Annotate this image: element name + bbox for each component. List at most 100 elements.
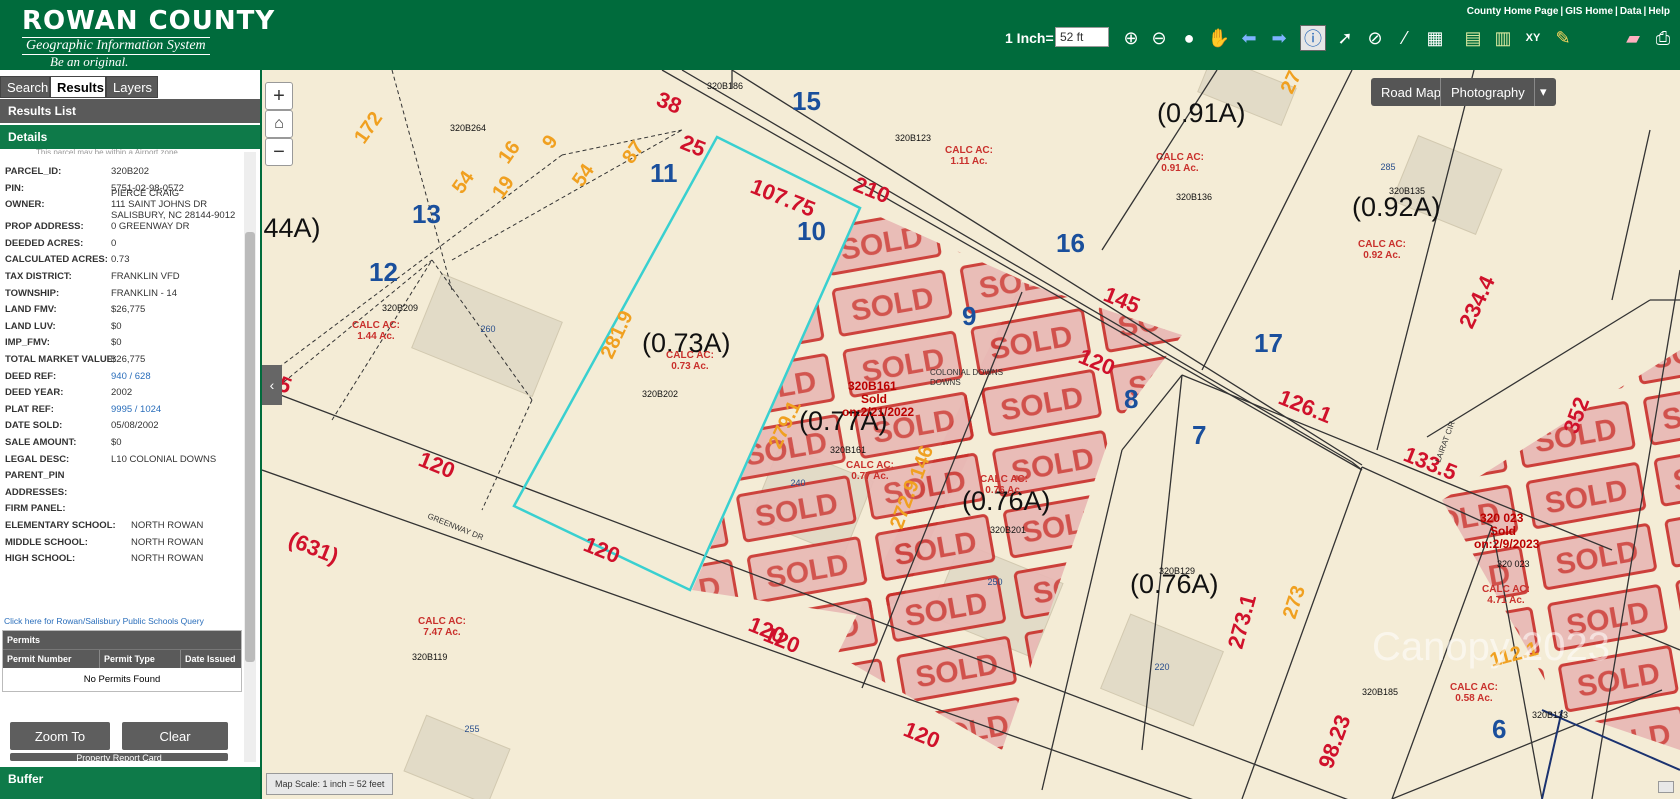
scale-input[interactable]	[1055, 27, 1109, 47]
map-home-icon[interactable]: ⌂	[265, 110, 293, 138]
map-view[interactable]: SOLD	[262, 70, 1680, 799]
select-pointer-icon[interactable]: ➚	[1332, 25, 1358, 51]
eraser-icon[interactable]: ▰	[1620, 25, 1646, 51]
detail-key: PLAT REF:	[5, 403, 54, 415]
collapse-panel-icon[interactable]: ‹	[262, 365, 282, 405]
clear-select-icon[interactable]: ⊘	[1362, 25, 1388, 51]
grid-icon[interactable]: ▤	[1460, 25, 1486, 51]
calc-ac-label: CALC AC:	[1450, 682, 1498, 693]
detail-key: TAX DISTRICT:	[5, 271, 72, 282]
detail-value: 0 GREENWAY DR	[111, 221, 190, 233]
road-map-button[interactable]: Road Map	[1371, 78, 1451, 106]
zoom-to-button[interactable]: Zoom To	[10, 722, 110, 750]
col-permit-type: Permit Type	[100, 650, 181, 668]
sidebar-scrollbar[interactable]	[244, 152, 256, 762]
forward-arrow-icon[interactable]: ➡	[1266, 25, 1292, 51]
detail-key: IMP_FMV:	[5, 337, 50, 349]
pencil-icon[interactable]: ✎	[1550, 25, 1576, 51]
calc-ac-label: CALC AC:	[418, 616, 466, 627]
county-home-link[interactable]: County Home Page	[1467, 6, 1559, 17]
detail-value: 320B202	[111, 166, 150, 177]
calc-ac-value: 0.76 Ac.	[985, 485, 1023, 496]
photography-button[interactable]: Photography	[1440, 78, 1535, 106]
print-icon[interactable]: ⎙	[1650, 25, 1676, 51]
measure-icon[interactable]: ⁄	[1392, 25, 1418, 51]
basemap-dropdown-icon[interactable]: ▾	[1534, 78, 1556, 106]
info-icon[interactable]: ⓘ	[1300, 25, 1326, 51]
detail-value: NORTH ROWAN	[131, 553, 204, 565]
pan-hand-icon[interactable]: ✋	[1206, 25, 1232, 51]
detail-value[interactable]: 9995 / 1024	[111, 404, 161, 415]
detail-value: 2002	[111, 387, 133, 399]
permits-title: Permits	[3, 631, 241, 649]
globe-icon[interactable]: ●	[1176, 25, 1202, 51]
road-icon[interactable]: ▥	[1490, 25, 1516, 51]
parcel-id-label: 320B133	[1532, 710, 1568, 720]
header-links: County Home Page | GIS Home | Data | Help	[1466, 6, 1670, 17]
schools-query-link[interactable]: Click here for Rowan/Salisbury Public Sc…	[4, 616, 204, 626]
calc-ac-label: CALC AC:	[846, 460, 894, 471]
parcel-id-label: 320B135	[1389, 186, 1425, 196]
logo-title[interactable]: ROWAN COUNTY	[22, 6, 275, 36]
house-number: 255	[464, 724, 479, 734]
buffer-bar[interactable]: Buffer	[0, 767, 260, 799]
detail-value: 05/08/2002	[111, 420, 159, 432]
gis-home-link[interactable]: GIS Home	[1565, 6, 1613, 17]
street-label: DOWNS	[930, 378, 961, 387]
detail-value: L10 COLONIAL DOWNS	[111, 453, 217, 465]
tab-search[interactable]: Search	[0, 76, 50, 98]
zoom-in-icon[interactable]: ⊕	[1118, 25, 1144, 51]
detail-key: ELEMENTARY SCHOOL:	[5, 520, 116, 531]
detail-value: NORTH ROWAN	[131, 520, 204, 531]
sold-label: Sold	[861, 392, 887, 406]
calc-ac-value: 0.91 Ac.	[1161, 163, 1199, 174]
detail-value[interactable]: 940 / 628	[111, 371, 151, 382]
fullscreen-icon[interactable]	[1658, 781, 1674, 793]
parcel-id-label: 320B209	[382, 303, 418, 313]
logo-tagline: Be an original.	[50, 54, 129, 69]
detail-key: PARENT_PIN	[5, 470, 65, 482]
detail-key: DATE SOLD:	[5, 420, 63, 432]
street-label: COLONIAL DOWNS	[930, 368, 1003, 377]
map-canvas[interactable]: SOLD	[262, 70, 1680, 799]
zoom-out-icon[interactable]: ⊖	[1146, 25, 1172, 51]
house-number: 285	[1380, 162, 1395, 172]
results-list-bar[interactable]: Results List	[0, 99, 260, 123]
details-bar[interactable]: Details	[0, 125, 260, 149]
tab-results[interactable]: Results	[50, 76, 106, 98]
calc-ac-value: 7.47 Ac.	[423, 627, 461, 638]
calc-ac-label: CALC AC:	[1482, 584, 1530, 595]
tab-layers[interactable]: Layers	[106, 76, 158, 98]
back-arrow-icon[interactable]: ⬅	[1236, 25, 1262, 51]
property-report-button[interactable]: Property Report Card	[10, 753, 228, 761]
map-zoom-out-button[interactable]: −	[265, 138, 293, 166]
detail-key: DEED REF:	[5, 370, 57, 382]
xy-icon[interactable]: XY	[1520, 25, 1546, 51]
clear-button[interactable]: Clear	[122, 722, 228, 750]
detail-value: $0	[111, 320, 122, 332]
scrollbar-thumb[interactable]	[245, 232, 255, 662]
data-link[interactable]: Data	[1620, 6, 1642, 17]
lot-number: 16	[1056, 228, 1085, 258]
detail-key: DEED YEAR:	[5, 387, 64, 399]
detail-key: HIGH SCHOOL:	[5, 553, 76, 565]
help-link[interactable]: Help	[1648, 6, 1670, 17]
lot-number: 12	[369, 257, 398, 287]
house-number: 260	[480, 324, 495, 334]
sold-label: Sold	[1490, 524, 1516, 538]
map-zoom-in-button[interactable]: +	[265, 82, 293, 110]
lot-number: 8	[1124, 384, 1138, 414]
permits-empty: No Permits Found	[83, 674, 161, 685]
detail-value: $0	[111, 337, 122, 349]
lot-number: 10	[797, 216, 826, 246]
map-layer-icon[interactable]: ▦	[1422, 25, 1448, 51]
lot-number: 9	[962, 301, 976, 331]
detail-value: 0.73	[111, 254, 130, 266]
calc-ac-value: 0.58 Ac.	[1455, 693, 1493, 704]
calc-ac-value: 0.73 Ac.	[671, 361, 709, 372]
detail-key: PROP ADDRESS:	[5, 221, 84, 233]
logo-subtitle: Geographic Information System	[22, 37, 210, 55]
parcel-id-label: 320B161	[830, 445, 866, 455]
sold-parcel-id: 320B161	[848, 379, 897, 393]
scale-label: 1 Inch=	[1005, 30, 1054, 46]
